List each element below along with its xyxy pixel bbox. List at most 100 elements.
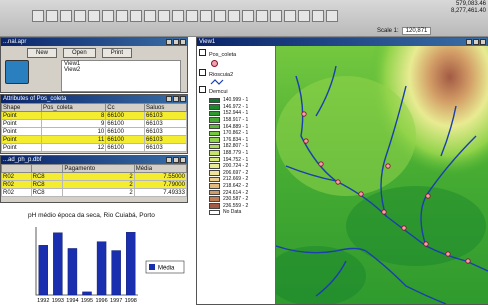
- layer-name: Pos_coleta: [209, 52, 237, 58]
- maximize-button[interactable]: [173, 39, 179, 45]
- layer-visibility-checkbox[interactable]: [199, 86, 206, 93]
- legend-label: 194.752 - 1: [223, 156, 249, 163]
- new-button[interactable]: New: [27, 48, 58, 58]
- main-toolbar: Scale 1: 120,871 579,083.46 8,277,461.40: [0, 0, 488, 37]
- open-button[interactable]: Open: [63, 48, 96, 58]
- tool-button[interactable]: [32, 10, 44, 22]
- sample-point[interactable]: [301, 111, 307, 117]
- column-header[interactable]: Pos_coleta: [41, 103, 107, 112]
- tool-button[interactable]: [144, 10, 156, 22]
- tool-button[interactable]: [172, 10, 184, 22]
- maximize-button[interactable]: [173, 157, 179, 163]
- legend-label: 170.862 - 1: [223, 130, 249, 137]
- sample-point[interactable]: [425, 193, 431, 199]
- maximize-button[interactable]: [473, 39, 479, 45]
- tool-button[interactable]: [88, 10, 100, 22]
- sample-point[interactable]: [401, 225, 407, 231]
- column-header[interactable]: [1, 164, 32, 173]
- legend-label: 200.724 - 2: [223, 163, 249, 170]
- column-header[interactable]: Saluos: [143, 103, 188, 112]
- tool-button[interactable]: [312, 10, 324, 22]
- tool-button[interactable]: [326, 10, 338, 22]
- maximize-button[interactable]: [173, 96, 179, 102]
- tool-button[interactable]: [46, 10, 58, 22]
- close-button[interactable]: [180, 39, 186, 45]
- table-row[interactable]: Point 8 66100 66103: [0, 111, 188, 120]
- sample-point[interactable]: [335, 179, 341, 185]
- column-header[interactable]: Pagamento: [62, 164, 135, 173]
- tool-button[interactable]: [284, 10, 296, 22]
- column-header[interactable]: Média: [133, 164, 188, 173]
- minimize-button[interactable]: [166, 157, 172, 163]
- legend-entry: 164.889 - 1: [209, 123, 273, 130]
- table-of-contents: Pos_coleta Rioscuia2 Demcui 140.999 - 11…: [197, 46, 276, 304]
- layer-entry[interactable]: Rioscuia2: [199, 69, 233, 85]
- sample-point[interactable]: [381, 209, 387, 215]
- chart-bar: [67, 248, 78, 296]
- column-header[interactable]: Shape: [0, 103, 43, 112]
- table-row[interactable]: Point 11 66100 66103: [0, 135, 188, 144]
- legend-swatch: [209, 117, 220, 123]
- legend-entry: 182.807 - 1: [209, 143, 273, 150]
- layer-visibility-checkbox[interactable]: [199, 69, 206, 76]
- close-button[interactable]: [180, 157, 186, 163]
- tool-button[interactable]: [228, 10, 240, 22]
- minimize-button[interactable]: [166, 39, 172, 45]
- tool-button[interactable]: [242, 10, 254, 22]
- legend-label: 152.944 - 1: [223, 110, 249, 117]
- sample-point[interactable]: [423, 241, 429, 247]
- legend-swatch: [209, 104, 220, 110]
- print-button[interactable]: Print: [101, 48, 133, 58]
- sample-point[interactable]: [318, 161, 324, 167]
- sample-point[interactable]: [445, 251, 451, 257]
- tool-button[interactable]: [200, 10, 212, 22]
- layer-visibility-checkbox[interactable]: [199, 49, 206, 56]
- tool-button[interactable]: [158, 10, 170, 22]
- table-row[interactable]: Point 12 66100 66103: [0, 143, 188, 152]
- sample-point[interactable]: [358, 191, 364, 197]
- sample-point[interactable]: [465, 258, 471, 264]
- table-row[interactable]: R02 RC8 2 7.55000: [1, 172, 188, 181]
- x-tick-label: 1996: [95, 298, 107, 304]
- close-button[interactable]: [480, 39, 486, 45]
- tool-button[interactable]: [298, 10, 310, 22]
- minimize-button[interactable]: [166, 96, 172, 102]
- table-row[interactable]: Point 10 66100 66103: [0, 127, 188, 136]
- layer-entry[interactable]: Demcui 140.999 - 1 146.972 - 1 152.944 - 1…: [199, 86, 273, 216]
- x-tick-label: 1993: [52, 298, 64, 304]
- column-header[interactable]: Cc: [105, 103, 145, 112]
- tool-button[interactable]: [186, 10, 198, 22]
- column-header[interactable]: [30, 164, 64, 173]
- sample-point[interactable]: [303, 138, 309, 144]
- scale-input[interactable]: 120,871: [401, 27, 432, 35]
- dbf-table-window: ...ad_ph_p.dbf Pagamento Média R02 RC8 2…: [0, 155, 188, 203]
- chart-legend-label: Média: [158, 266, 175, 272]
- project-title: ...nal.apr: [3, 39, 27, 45]
- tool-button[interactable]: [74, 10, 86, 22]
- table-row[interactable]: Point 9 66100 66103: [0, 119, 188, 128]
- chart-bar: [38, 245, 49, 296]
- minimize-button[interactable]: [466, 39, 472, 45]
- elevation-legend: 140.999 - 1 146.972 - 1 152.944 - 1 158.917…: [209, 97, 273, 216]
- legend-label: No Data: [223, 209, 242, 216]
- legend-entry: 170.862 - 1: [209, 130, 273, 137]
- tool-button[interactable]: [214, 10, 226, 22]
- tool-button[interactable]: [102, 10, 114, 22]
- legend-entry: 158.917 - 1: [209, 117, 273, 124]
- attribute-table: Shape Pos_coleta Cc Saluos Point 8 66100…: [0, 103, 188, 152]
- map-canvas[interactable]: [276, 46, 488, 304]
- sample-point[interactable]: [385, 163, 391, 169]
- close-button[interactable]: [180, 96, 186, 102]
- tool-button[interactable]: [60, 10, 72, 22]
- layer-entry[interactable]: Pos_coleta: [199, 49, 236, 67]
- list-item[interactable]: View2: [62, 67, 180, 73]
- table-row[interactable]: R02 RC8 2 7.49333: [1, 188, 188, 197]
- views-icon[interactable]: [5, 60, 29, 84]
- tool-button[interactable]: [130, 10, 142, 22]
- legend-entry: 194.752 - 1: [209, 156, 273, 163]
- tool-button[interactable]: [270, 10, 282, 22]
- tool-button[interactable]: [116, 10, 128, 22]
- views-list[interactable]: View1 View2: [61, 60, 181, 92]
- tool-button[interactable]: [256, 10, 268, 22]
- table-row[interactable]: R02 RC8 2 7.79000: [1, 180, 188, 189]
